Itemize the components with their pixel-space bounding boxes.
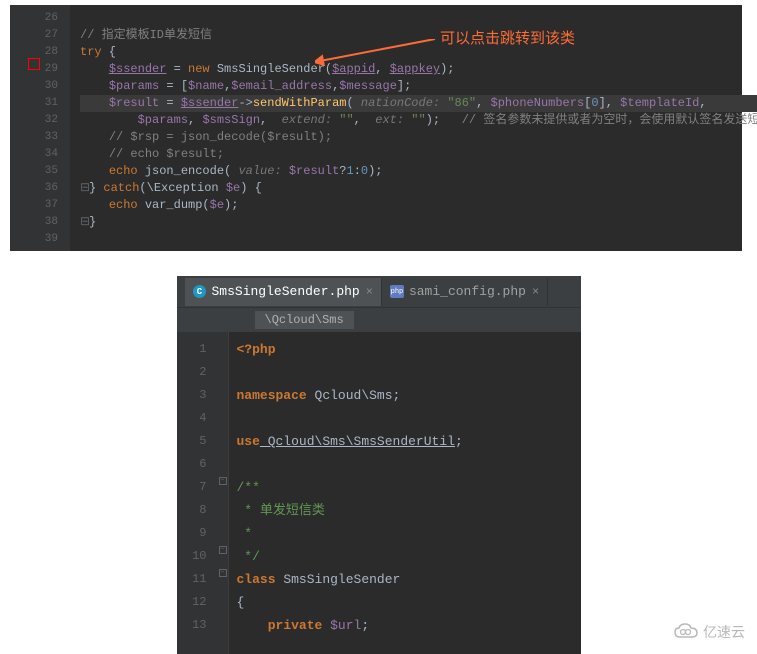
code-line bbox=[237, 407, 581, 430]
tab-bar: C SmsSingleSender.php × php sami_config.… bbox=[177, 276, 581, 308]
code-line bbox=[237, 361, 581, 384]
close-icon[interactable]: × bbox=[532, 285, 539, 299]
line-number: 10 bbox=[177, 545, 217, 568]
line-number: 32 bbox=[10, 112, 70, 129]
line-number: 7 bbox=[177, 476, 217, 499]
line-number: 6 bbox=[177, 453, 217, 476]
code-line: $params, $smsSign, extend: "", ext: "");… bbox=[80, 112, 757, 129]
code-line: $ssender = new SmsSingleSender($appid, $… bbox=[80, 61, 757, 78]
line-number: 30 bbox=[10, 78, 70, 95]
code-editor-top: 26 27 28 29 30 31 32 33 34 35 36 37 38 3… bbox=[10, 5, 742, 251]
breakpoint-indicator[interactable] bbox=[28, 58, 40, 70]
line-number: 38 bbox=[10, 214, 70, 231]
tab-label: sami_config.php bbox=[409, 284, 526, 299]
line-number: 34 bbox=[10, 146, 70, 163]
code-line: try { bbox=[80, 44, 757, 61]
line-number: 11 bbox=[177, 568, 217, 591]
code-line: */ bbox=[237, 545, 581, 568]
line-number: 1 bbox=[177, 338, 217, 361]
watermark-text: 亿速云 bbox=[703, 622, 745, 642]
code-line bbox=[80, 10, 757, 27]
line-number: 36 bbox=[10, 180, 70, 197]
code-panel-bottom: 1 2 3 4 5 6 7 8 9 10 11 12 13 − − − <?ph… bbox=[177, 332, 581, 654]
watermark: 亿速云 bbox=[673, 622, 745, 642]
tab-samiconfig[interactable]: php sami_config.php × bbox=[382, 278, 548, 306]
line-number: 35 bbox=[10, 163, 70, 180]
code-line: <?php bbox=[237, 338, 581, 361]
line-number: 3 bbox=[177, 384, 217, 407]
code-line: namespace Qcloud\Sms; bbox=[237, 384, 581, 407]
line-number: 31 bbox=[10, 95, 70, 112]
code-line: $params = [$name,$email_address,$message… bbox=[80, 78, 757, 95]
code-line: /** bbox=[237, 476, 581, 499]
line-number: 33 bbox=[10, 129, 70, 146]
annotation-text: 可以点击跳转到该类 bbox=[440, 27, 575, 48]
code-line: // echo $result; bbox=[80, 146, 757, 163]
fold-toggle-icon[interactable]: − bbox=[219, 477, 227, 485]
breadcrumb-namespace[interactable]: \Qcloud\Sms bbox=[255, 311, 354, 329]
line-number: 2 bbox=[177, 361, 217, 384]
line-number: 26 bbox=[10, 10, 70, 27]
close-icon[interactable]: × bbox=[366, 285, 373, 299]
code-line bbox=[237, 453, 581, 476]
line-number: 37 bbox=[10, 197, 70, 214]
line-number: 39 bbox=[10, 231, 70, 248]
gutter-top: 26 27 28 29 30 31 32 33 34 35 36 37 38 3… bbox=[10, 5, 70, 251]
code-line: private $url; bbox=[237, 614, 581, 637]
fold-toggle-icon[interactable]: − bbox=[219, 546, 227, 554]
line-number: 8 bbox=[177, 499, 217, 522]
tab-label: SmsSingleSender.php bbox=[212, 284, 360, 299]
code-editor-bottom: C SmsSingleSender.php × php sami_config.… bbox=[177, 276, 581, 654]
code-line: ⊟} catch(\Exception $e) { bbox=[80, 180, 757, 197]
line-number: 13 bbox=[177, 614, 217, 637]
class-icon: C bbox=[193, 285, 207, 299]
line-number: 9 bbox=[177, 522, 217, 545]
code-line: * bbox=[237, 522, 581, 545]
gutter-bottom: 1 2 3 4 5 6 7 8 9 10 11 12 13 bbox=[177, 332, 217, 654]
code-line: { bbox=[237, 591, 581, 614]
code-area-bottom[interactable]: <?php namespace Qcloud\Sms; use Qcloud\S… bbox=[229, 332, 581, 654]
code-line: * 单发短信类 bbox=[237, 499, 581, 522]
line-number: 28 bbox=[10, 44, 70, 61]
code-line: echo json_encode( value: $result?1:0); bbox=[80, 163, 757, 180]
line-number: 5 bbox=[177, 430, 217, 453]
code-line-highlighted: $result = $ssender->sendWithParam( natio… bbox=[80, 95, 757, 112]
line-number: 29 bbox=[10, 61, 70, 78]
php-file-icon: php bbox=[390, 285, 404, 299]
code-line: use Qcloud\Sms\SmsSenderUtil; bbox=[237, 430, 581, 453]
code-line: echo var_dump($e); bbox=[80, 197, 757, 214]
code-area-top[interactable]: 可以点击跳转到该类 // 指定模板ID单发短信 try { $ssender =… bbox=[70, 5, 757, 251]
code-line: // 指定模板ID单发短信 bbox=[80, 27, 757, 44]
code-line: class SmsSingleSender bbox=[237, 568, 581, 591]
fold-toggle-icon[interactable]: − bbox=[219, 569, 227, 577]
line-number: 4 bbox=[177, 407, 217, 430]
breadcrumb-bar: \Qcloud\Sms bbox=[177, 308, 581, 332]
fold-gutter: − − − bbox=[217, 332, 229, 654]
code-line: // $rsp = json_decode($result); bbox=[80, 129, 757, 146]
line-number: 27 bbox=[10, 27, 70, 44]
cloud-icon bbox=[673, 623, 699, 641]
line-number: 12 bbox=[177, 591, 217, 614]
tab-smssinglesender[interactable]: C SmsSingleSender.php × bbox=[185, 278, 382, 306]
code-line: ⊟} bbox=[80, 214, 757, 231]
